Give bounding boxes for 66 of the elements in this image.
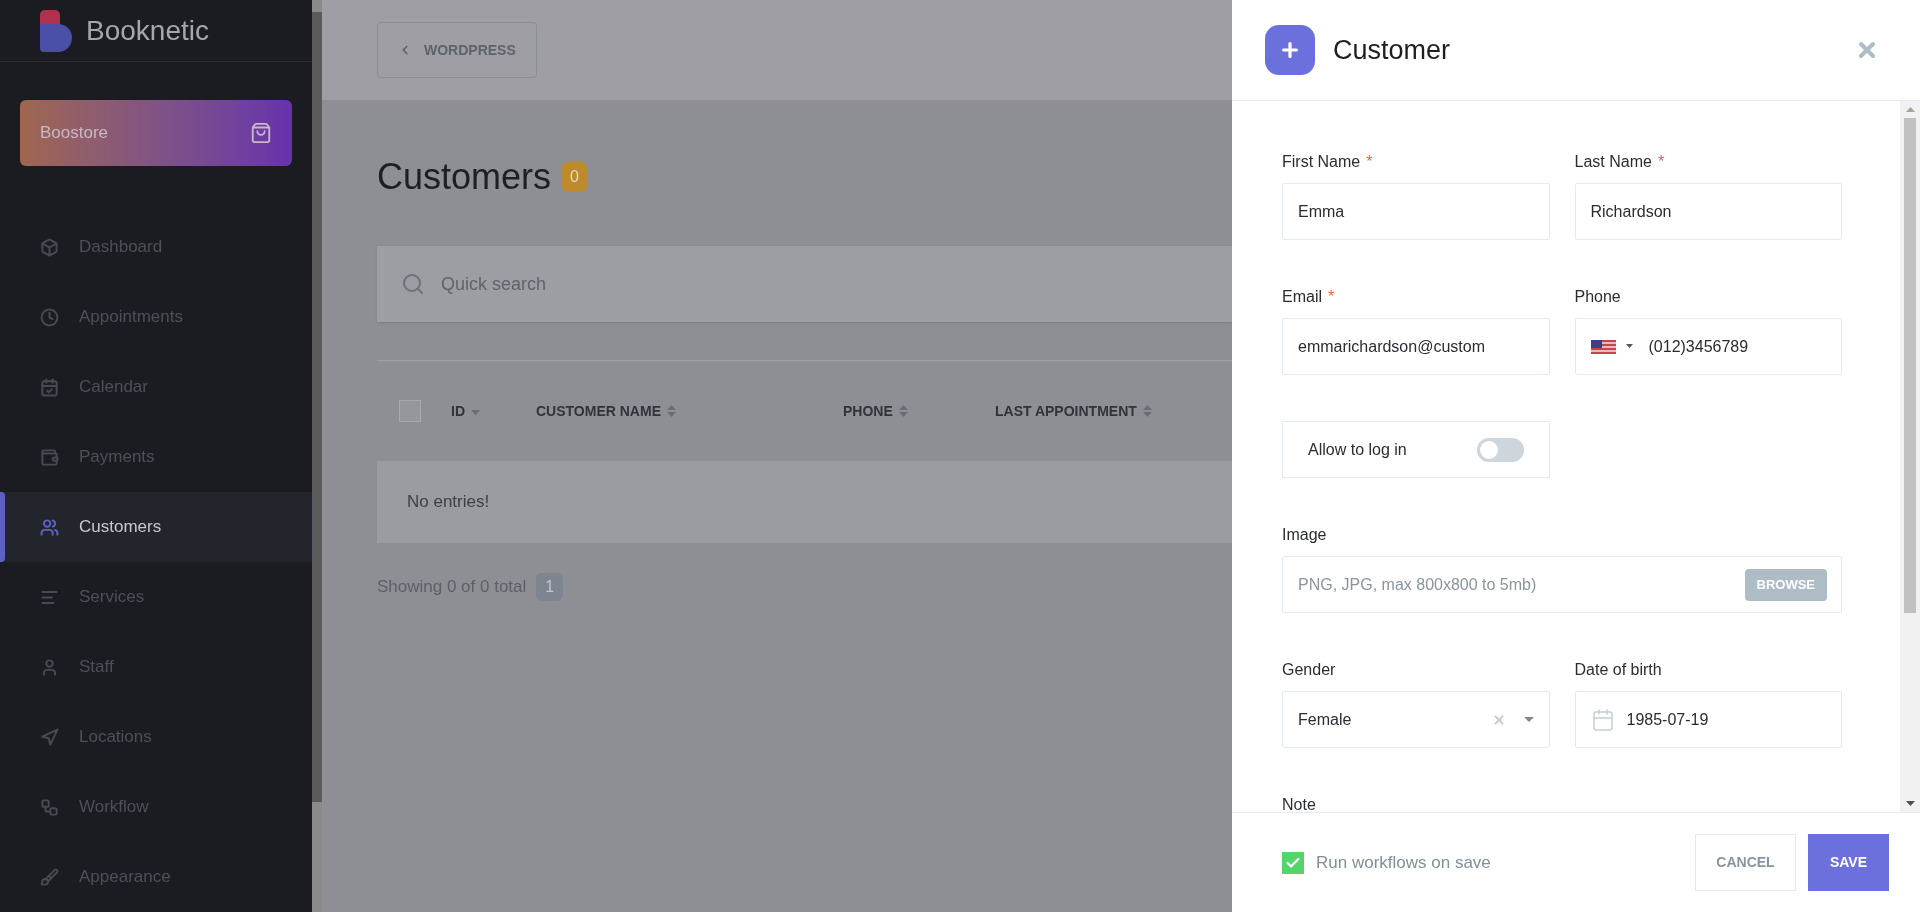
field-label: Date of birth bbox=[1574, 660, 1662, 680]
app-name: Booknetic bbox=[86, 13, 209, 48]
field-label: Note bbox=[1282, 795, 1316, 812]
cancel-button[interactable]: CANCEL bbox=[1695, 834, 1796, 891]
sidebar-item[interactable]: Customers bbox=[0, 492, 312, 562]
wallet-icon bbox=[40, 447, 59, 467]
field-label: Image bbox=[1282, 525, 1327, 545]
search-icon bbox=[401, 272, 425, 296]
field-label: Email bbox=[1282, 287, 1322, 307]
panel-title: Customer bbox=[1333, 33, 1451, 67]
field-label: First Name bbox=[1282, 152, 1361, 172]
required-mark: * bbox=[1328, 287, 1335, 307]
person-icon bbox=[40, 657, 59, 677]
column-header[interactable]: LAST APPOINTMENT bbox=[995, 400, 1225, 422]
clear-icon[interactable] bbox=[1491, 712, 1506, 727]
search-field[interactable]: Quick search bbox=[377, 246, 1232, 322]
back-button[interactable]: WORDPRESS bbox=[377, 22, 537, 78]
column-header[interactable]: ID bbox=[451, 400, 536, 422]
shopping-bag-icon bbox=[250, 122, 272, 144]
workflow-checkbox[interactable] bbox=[1282, 851, 1304, 874]
brush-icon bbox=[40, 867, 59, 887]
scrollbar[interactable] bbox=[1900, 101, 1920, 812]
caret-icon bbox=[1523, 716, 1534, 723]
flow-chart-icon bbox=[40, 797, 59, 817]
scroll-down-icon[interactable] bbox=[1905, 801, 1915, 806]
store-button[interactable]: Boostore bbox=[20, 100, 292, 166]
sort-down-icon bbox=[471, 410, 480, 416]
scroll-up-icon[interactable] bbox=[1905, 107, 1915, 112]
logo-icon bbox=[40, 9, 72, 52]
sort-icon bbox=[898, 404, 908, 418]
file-field[interactable]: PNG, JPG, max 800x800 to 5mb) BROWSE bbox=[1282, 556, 1842, 613]
toggle-label: Allow to log in bbox=[1308, 439, 1407, 460]
input-field[interactable]: Richardson bbox=[1574, 183, 1842, 240]
count-badge: 0 bbox=[561, 162, 588, 192]
required-mark: * bbox=[1657, 152, 1665, 172]
input-field[interactable]: emmarichardson@custom bbox=[1282, 318, 1550, 375]
field-label: Gender bbox=[1282, 660, 1336, 680]
sort-icon bbox=[666, 404, 676, 418]
navigation-arrow-icon bbox=[40, 727, 59, 747]
browse-button[interactable]: BROWSE bbox=[1744, 568, 1827, 601]
scrollbar[interactable] bbox=[312, 0, 322, 912]
page-badge[interactable]: 1 bbox=[536, 573, 564, 601]
column-header[interactable]: CUSTOMER NAME bbox=[536, 400, 843, 422]
field-label: Last Name bbox=[1574, 152, 1652, 172]
field-label: Phone bbox=[1574, 287, 1621, 307]
sort-icon bbox=[1142, 404, 1152, 418]
empty-message: No entries! bbox=[407, 491, 490, 514]
add-icon bbox=[1265, 25, 1315, 75]
select-field[interactable]: Female bbox=[1282, 691, 1550, 748]
column-header[interactable]: PHONE bbox=[843, 400, 995, 422]
clock-icon bbox=[40, 307, 59, 327]
required-mark: * bbox=[1366, 152, 1373, 172]
page-title: Customers bbox=[377, 155, 552, 199]
toggle-switch[interactable] bbox=[1476, 437, 1524, 462]
date-field[interactable]: 1985-07-19 bbox=[1574, 691, 1842, 748]
calendar-icon bbox=[1590, 707, 1615, 732]
cube-icon bbox=[40, 237, 59, 257]
checkbox-label: Run workflows on save bbox=[1316, 851, 1491, 874]
users-icon bbox=[40, 517, 59, 537]
flag-icon bbox=[1590, 339, 1616, 354]
caret-icon bbox=[1625, 344, 1633, 349]
phone-field[interactable]: (012)3456789 bbox=[1574, 318, 1842, 375]
select-all-checkbox[interactable] bbox=[399, 400, 421, 422]
input-field[interactable]: Emma bbox=[1282, 183, 1550, 240]
calendar-check-icon bbox=[40, 377, 59, 397]
save-button[interactable]: SAVE bbox=[1808, 834, 1889, 891]
